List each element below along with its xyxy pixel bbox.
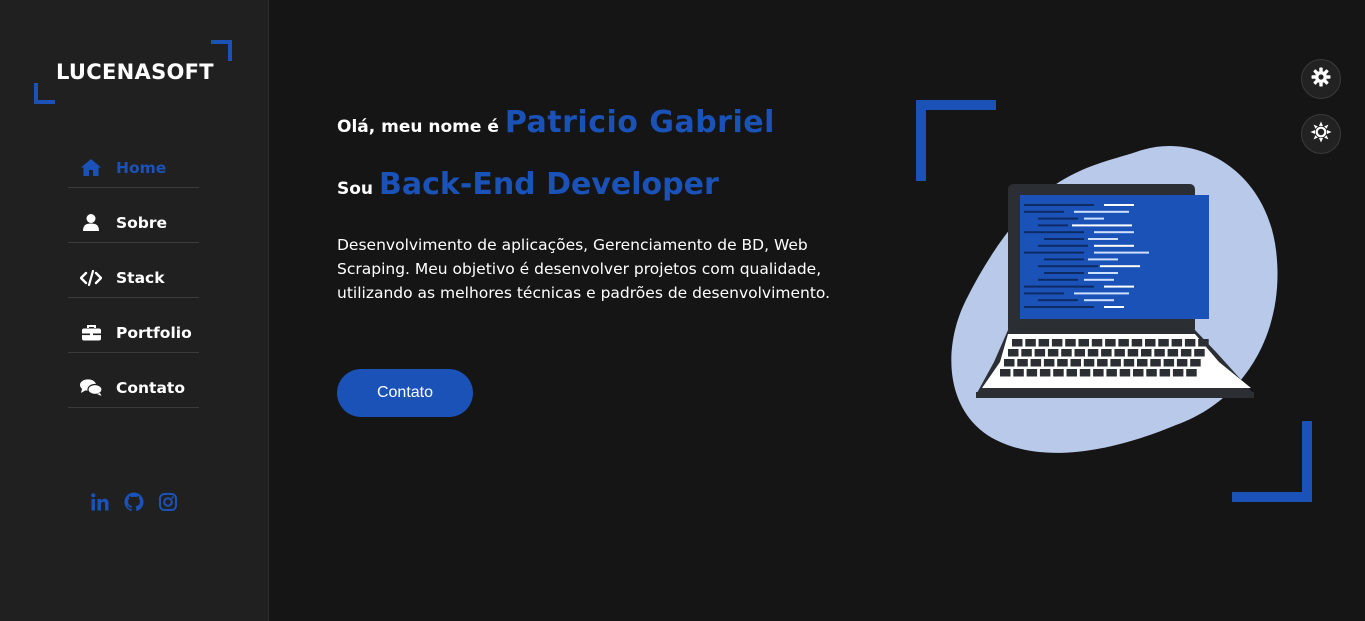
greeting-text: Olá, meu nome é [337,117,499,137]
logo-corner-top-right [211,40,232,61]
code-icon [80,269,102,287]
user-icon [80,214,102,232]
sou-text: Sou [337,179,374,199]
instagram-icon[interactable] [157,491,178,512]
home-icon [80,159,102,177]
nav-item-sobre[interactable]: Sobre [68,203,199,243]
hero-role: Back-End Developer [379,167,719,202]
nav-item-stack[interactable]: Stack [68,258,199,298]
laptop-illustration [916,100,1316,502]
hero-name: Patricio Gabriel [504,105,775,140]
role-line: Sou Back-End Developer [337,167,897,215]
comments-icon [80,379,102,397]
logo-corner-bottom-left [34,83,55,104]
logo-text: LUCENASOFT [56,60,214,84]
nav-item-portfolio[interactable]: Portfolio [68,313,199,353]
nav-item-home[interactable]: Home [68,148,199,188]
hero-description: Desenvolvimento de aplicações, Gerenciam… [337,236,831,302]
social-links [89,491,178,512]
greeting-line: Olá, meu nome é Patricio Gabriel [337,105,897,153]
gear-icon [1311,67,1331,91]
nav-label-stack: Stack [116,268,165,287]
hero-section: Olá, meu nome é Patricio Gabriel Sou Bac… [337,105,897,305]
nav-label-sobre: Sobre [116,213,168,232]
logo[interactable]: LUCENASOFT [34,40,232,104]
nav-label-contato: Contato [116,378,185,397]
settings-button[interactable] [1301,59,1341,99]
nav-label-portfolio: Portfolio [116,323,192,342]
briefcase-icon [80,324,102,342]
linkedin-icon[interactable] [89,491,110,512]
main-nav: Home Sobre Stack Portfolio Contato [68,148,199,423]
nav-label-home: Home [116,158,167,177]
github-icon[interactable] [123,491,144,512]
contato-button[interactable]: Contato [337,369,473,417]
sidebar: LUCENASOFT Home Sobre Stack Portfolio Co… [0,0,269,621]
nav-item-contato[interactable]: Contato [68,368,199,408]
sun-icon [1310,121,1332,147]
laptop-graphic [951,146,1278,453]
theme-toggle-button[interactable] [1301,114,1341,154]
